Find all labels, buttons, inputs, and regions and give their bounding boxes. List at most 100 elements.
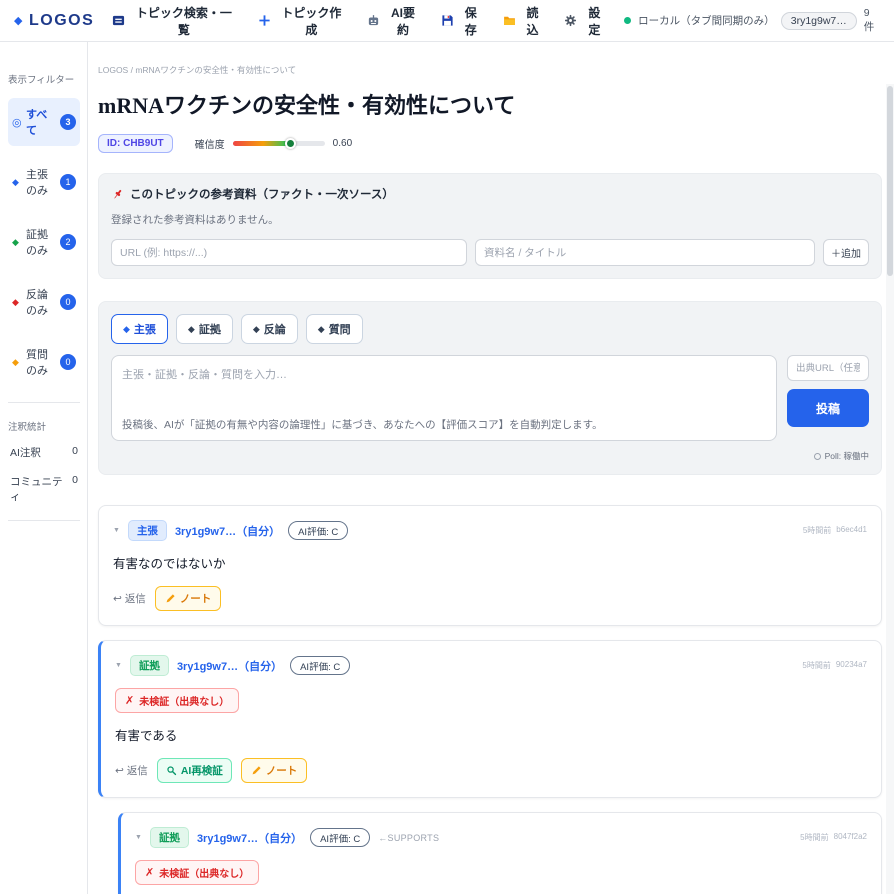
gear-icon: [564, 14, 577, 27]
claim-diamond-icon: ◆: [12, 176, 19, 187]
filter-evidence[interactable]: ◆ 証拠のみ 2: [8, 218, 80, 266]
nav-settings[interactable]: 設定: [564, 4, 606, 38]
page-scrollbar[interactable]: [886, 84, 894, 894]
top-nav: トピック検索・一覧 トピック作成 AI要約 保存 読込 設定: [112, 4, 606, 38]
session-info: ローカル（タブ間同期のみ） 3ry1g9w7… 9件: [624, 7, 880, 34]
filter-sidebar: 表示フィルター ◎ すべて 3 ◆ 主張のみ 1 ◆ 証拠のみ 2 ◆ 反論のみ…: [0, 42, 88, 894]
app-logo[interactable]: ◆ LOGOS: [14, 12, 94, 30]
unverified-badge: ✗ 未検証（出典なし）: [115, 688, 240, 713]
tab-rebuttal-label: 反論: [263, 324, 286, 336]
add-reference-button[interactable]: ＋追加: [823, 239, 869, 266]
user-id-pill[interactable]: 3ry1g9w7…: [780, 11, 857, 30]
submit-post-button[interactable]: 投稿: [787, 389, 869, 427]
post-card-claim: ▼ 主張 3ry1g9w7…（自分） AI評価: C 5時間前 b6ec4d1 …: [98, 505, 882, 626]
reply-button[interactable]: ↩ 返信: [113, 591, 146, 606]
post-card-header: ▼ 主張 3ry1g9w7…（自分） AI評価: C 5時間前 b6ec4d1: [113, 520, 867, 541]
tab-claim-label: 主張: [133, 324, 156, 336]
nav-topic-create-label: トピック作成: [281, 5, 342, 37]
ai-score-hint: 投稿後、AIが「証拠の有無や内容の論理性」に基づき、あなたへの【評価スコア】を自…: [122, 419, 603, 431]
ai-recheck-button[interactable]: AI再検証: [156, 758, 232, 783]
robot-icon: [367, 14, 380, 27]
post-card-evidence: ▼ 証拠 3ry1g9w7…（自分） AI評価: C 5時間前 90234a7 …: [98, 640, 882, 798]
tab-claim-diamond-icon: ◆: [123, 323, 130, 334]
post-input-placeholder: 主張・証拠・反論・質問を入力…: [122, 369, 287, 381]
post-author[interactable]: 3ry1g9w7…（自分）: [197, 830, 302, 846]
topic-meta-row: ID: CHB9UT 確信度 0.60: [98, 134, 882, 153]
reply-label: 返信: [126, 765, 148, 777]
nav-ai-summary[interactable]: AI要約: [367, 4, 421, 38]
tab-claim[interactable]: ◆ 主張: [111, 314, 168, 344]
reply-button[interactable]: ↩ 返信: [115, 763, 148, 778]
post-actions: ↩ 返信 AI再検証 ノート: [115, 758, 867, 783]
evidence-diamond-icon: ◆: [12, 236, 19, 247]
unverified-badge: ✗ 未検証（出典なし）: [135, 860, 260, 885]
filter-all-label: すべて: [26, 109, 48, 137]
unverified-label: 未検証（出典なし）: [139, 697, 230, 708]
nav-load[interactable]: 読込: [503, 4, 545, 38]
reply-arrow-icon: ↩: [115, 764, 124, 777]
stat-ai-value: 0: [72, 445, 78, 457]
topic-list-icon: [112, 14, 125, 27]
filter-all[interactable]: ◎ すべて 3: [8, 98, 80, 146]
post-id: 8047f2a2: [833, 832, 867, 841]
confidence-thumb[interactable]: [285, 138, 297, 149]
tab-evidence[interactable]: ◆ 証拠: [175, 314, 233, 344]
note-button[interactable]: ノート: [154, 586, 222, 611]
rebuttal-diamond-icon: ◆: [12, 296, 19, 307]
composer-row: 主張・証拠・反論・質問を入力… 投稿後、AIが「証拠の有無や内容の論理性」に基づ…: [111, 355, 869, 441]
tab-rebuttal[interactable]: ◆ 反論: [240, 314, 298, 344]
collapse-toggle-icon[interactable]: ▼: [115, 662, 122, 669]
pushpin-icon: [111, 188, 124, 201]
stat-community: コミュニティ 0: [8, 474, 80, 504]
collapse-toggle-icon[interactable]: ▼: [113, 527, 120, 534]
logo-diamond-icon: ◆: [14, 15, 24, 27]
post-text-input[interactable]: 主張・証拠・反論・質問を入力… 投稿後、AIが「証拠の有無や内容の論理性」に基づ…: [111, 355, 777, 441]
collapse-toggle-icon[interactable]: ▼: [135, 834, 142, 841]
reference-inputs: ＋追加: [111, 239, 869, 266]
confidence-slider[interactable]: [232, 138, 325, 149]
post-body: 有害なのではないか: [113, 557, 226, 571]
reply-label: 返信: [124, 593, 146, 605]
poll-status-row: Poll: 稼働中: [111, 450, 869, 462]
post-author[interactable]: 3ry1g9w7…（自分）: [177, 658, 282, 674]
tab-question[interactable]: ◆ 質問: [305, 314, 363, 344]
nav-save-label: 保存: [464, 5, 477, 37]
post-author[interactable]: 3ry1g9w7…（自分）: [175, 523, 280, 539]
filter-rebuttals-count: 0: [60, 294, 76, 310]
filter-claims[interactable]: ◆ 主張のみ 1: [8, 158, 80, 206]
nav-topic-search[interactable]: トピック検索・一覧: [112, 4, 237, 38]
ai-recheck-label: AI再検証: [180, 765, 223, 777]
item-count-label: 9件: [863, 7, 875, 33]
post-timestamp: 5時間前: [802, 661, 831, 670]
post-body: 有害である: [115, 729, 178, 743]
pencil-icon: [165, 593, 176, 604]
nav-ai-summary-label: AI要約: [390, 5, 415, 37]
breadcrumb[interactable]: LOGOS / mRNAワクチンの安全性・有効性について: [98, 64, 882, 76]
tab-evidence-diamond-icon: ◆: [187, 323, 195, 334]
poll-status-label: Poll: 稼働中: [824, 451, 869, 461]
filter-questions[interactable]: ◆ 質問のみ 0: [8, 338, 80, 386]
scrollbar-thumb[interactable]: [887, 86, 893, 276]
filter-evidence-count: 2: [60, 234, 76, 250]
post-thread: ▼ 主張 3ry1g9w7…（自分） AI評価: C 5時間前 b6ec4d1 …: [98, 505, 882, 894]
filter-rebuttals[interactable]: ◆ 反論のみ 0: [8, 278, 80, 326]
tab-evidence-label: 証拠: [198, 324, 221, 336]
post-id: b6ec4d1: [836, 525, 867, 534]
sidebar-divider: [8, 402, 80, 403]
reference-empty-message: 登録された参考資料はありません。: [111, 214, 279, 226]
filter-all-count: 3: [60, 114, 76, 130]
ai-rating-badge: AI評価: C: [310, 828, 371, 847]
nav-topic-create[interactable]: トピック作成: [258, 4, 348, 38]
post-actions: ↩ 返信 ノート: [113, 586, 867, 611]
reference-url-input[interactable]: [111, 239, 468, 266]
annotation-stats-heading: 注釈統計: [8, 422, 47, 433]
filter-heading: 表示フィルター: [8, 75, 75, 86]
nav-save[interactable]: 保存: [441, 4, 483, 38]
filter-questions-count: 0: [60, 354, 76, 370]
main-content: LOGOS / mRNAワクチンの安全性・有効性について mRNAワクチンの安全…: [88, 42, 894, 894]
reference-title-input[interactable]: [475, 239, 815, 266]
note-button[interactable]: ノート: [240, 758, 308, 783]
reference-heading-text: このトピックの参考資料（ファクト・一次ソース）: [130, 189, 394, 201]
source-url-input[interactable]: [787, 355, 869, 381]
confidence-label: 確信度: [194, 140, 225, 151]
